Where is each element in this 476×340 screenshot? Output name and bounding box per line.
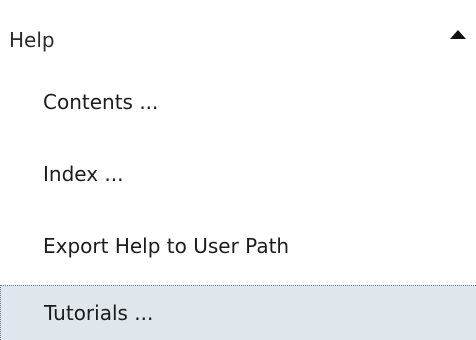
chevron-up-icon[interactable] xyxy=(450,30,466,39)
menu-item-export-help[interactable]: Export Help to User Path xyxy=(0,219,476,273)
menu-item-label: Contents ... xyxy=(43,90,159,114)
menu-item-tutorials[interactable]: Tutorials ... xyxy=(0,285,476,340)
menu-item-index[interactable]: Index ... xyxy=(0,147,476,201)
menu-item-label: Tutorials ... xyxy=(44,301,154,325)
menu-item-label: Index ... xyxy=(43,162,124,186)
help-menu-header[interactable]: Help xyxy=(0,0,476,84)
menu-item-label: Export Help to User Path xyxy=(43,234,290,258)
help-menu: Help Contents ... Index ... Export Help … xyxy=(0,0,476,340)
help-menu-title: Help xyxy=(9,28,55,52)
menu-item-contents[interactable]: Contents ... xyxy=(0,75,476,129)
